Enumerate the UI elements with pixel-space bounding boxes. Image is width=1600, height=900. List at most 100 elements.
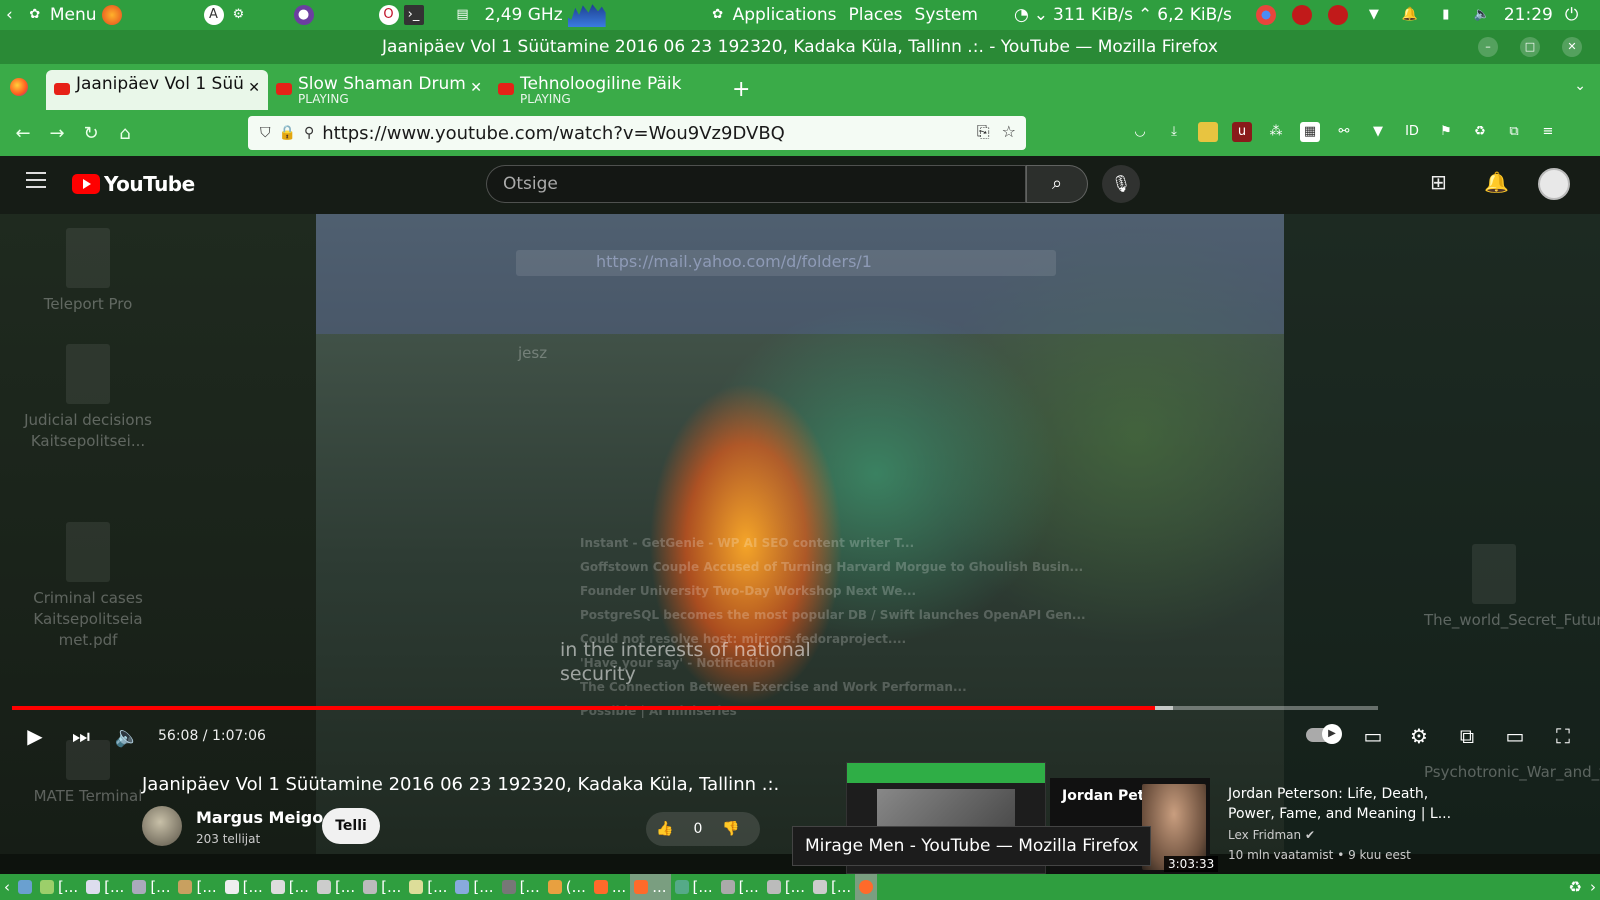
bookmark-star-icon[interactable]: ☆ (1002, 122, 1016, 142)
lock-icon[interactable]: 🔒 (279, 125, 296, 141)
tray-chrome-icon[interactable] (1255, 5, 1276, 25)
tab-tehnoloogiline[interactable]: Tehnoloogiline Päik PLAYING (490, 70, 718, 110)
tracking-shield-icon[interactable]: ⛉ (260, 125, 271, 141)
video-player[interactable]: https://mail.yahoo.com/d/folders/1 jesz … (0, 214, 1600, 854)
maximize-button[interactable]: □ (1520, 37, 1540, 57)
close-tab-icon[interactable]: ✕ (470, 80, 482, 96)
taskbar-window-button[interactable]: [... (313, 874, 359, 900)
minimize-button[interactable]: – (1478, 37, 1498, 57)
taskbar-window-button[interactable]: [... (405, 874, 451, 900)
volume-icon[interactable]: 🔈 (1472, 5, 1492, 25)
reload-icon[interactable]: ↻ (74, 123, 108, 144)
clock[interactable]: 21:29 (1498, 5, 1559, 25)
taskbar-window-button[interactable]: (... (544, 874, 590, 900)
taskbar-window-button[interactable]: [... (671, 874, 717, 900)
hamburger-menu-icon[interactable] (26, 172, 46, 188)
extension-yellow-icon[interactable] (1198, 122, 1218, 142)
forward-arrow-icon[interactable]: → (40, 123, 74, 144)
places-menu[interactable]: Places (842, 5, 908, 25)
app-menu-icon[interactable]: ≡ (1538, 122, 1558, 142)
extension-gray-icon[interactable]: ⁂ (1266, 122, 1286, 142)
taskbar-window-button[interactable]: [... (359, 874, 405, 900)
downloads-icon[interactable]: ⤓ (1164, 122, 1184, 142)
youtube-logo[interactable]: YouTube (72, 172, 195, 196)
show-desktop-button[interactable] (14, 874, 36, 900)
account-avatar[interactable] (1538, 168, 1570, 200)
menu-button[interactable]: ✿ Menu (19, 5, 128, 25)
taskbar-window-button[interactable]: [... (717, 874, 763, 900)
taskbar-window-button[interactable]: [... (451, 874, 497, 900)
ublock-icon[interactable]: u (1232, 122, 1252, 142)
taskbar-left-arrow[interactable]: ‹ (0, 874, 14, 900)
channel-name[interactable]: Margus Meigo (196, 808, 323, 827)
recommended-video-title[interactable]: Jordan Peterson: Life, Death, Power, Fam… (1228, 784, 1468, 824)
calendar-icon[interactable]: ▦ (1300, 122, 1320, 142)
translate-icon[interactable]: ⎘ (977, 122, 990, 142)
home-icon[interactable]: ⌂ (108, 123, 142, 144)
extensions-puzzle-icon[interactable]: ⧉ (1504, 122, 1524, 142)
extension-recycle-icon[interactable]: ♻ (1470, 122, 1490, 142)
miniplayer-icon[interactable]: ⧉ (1452, 718, 1482, 754)
opera-icon[interactable]: O (378, 5, 399, 25)
fullscreen-icon[interactable]: ⛶ (1548, 718, 1578, 754)
permissions-icon[interactable]: ⚲ (304, 125, 314, 141)
subtitles-icon[interactable]: ▭ (1358, 718, 1388, 754)
extension-link-icon[interactable]: ⚯ (1334, 122, 1354, 142)
battery-icon[interactable]: ▮ (1436, 5, 1456, 25)
settings-gear-icon[interactable]: ⚙ (1404, 718, 1434, 754)
taskbar-window-button[interactable]: [... (128, 874, 174, 900)
tray-red-icon[interactable] (1291, 5, 1312, 25)
back-arrow-icon[interactable]: ← (6, 123, 40, 144)
applications-menu[interactable]: ✿ Applications (702, 5, 843, 25)
pocket-icon[interactable]: ◡ (1130, 122, 1150, 142)
id-icon[interactable]: ID (1402, 122, 1422, 142)
terminal-icon[interactable]: ›_ (403, 5, 424, 25)
channel-avatar[interactable] (142, 806, 182, 846)
tray-shield-icon[interactable]: ▼ (1364, 5, 1384, 25)
new-tab-plus-icon[interactable]: + (718, 77, 764, 110)
taskbar-window-button[interactable]: [... (809, 874, 855, 900)
play-icon[interactable]: ▶ (20, 718, 50, 754)
like-thumb-icon[interactable]: 👍 (646, 821, 683, 837)
tor-icon[interactable]: ● (293, 5, 314, 25)
filter-icon[interactable]: ▼ (1368, 122, 1388, 142)
tray-red-icon-2[interactable] (1327, 5, 1348, 25)
taskbar-right-arrow[interactable]: › (1586, 874, 1600, 900)
system-menu[interactable]: System (909, 5, 984, 25)
list-all-tabs-chevron-icon[interactable]: ⌄ (1574, 78, 1586, 94)
recommended-channel[interactable]: Lex Fridman ✔ (1228, 828, 1315, 842)
progress-bar[interactable] (12, 706, 1378, 710)
settings-gear-icon[interactable]: ⚙ (229, 5, 249, 25)
taskbar-window-button[interactable]: [... (763, 874, 809, 900)
close-tab-icon[interactable]: ✕ (248, 80, 260, 96)
create-video-icon[interactable]: ⊞ (1430, 170, 1447, 194)
trash-icon[interactable]: ♻ (1565, 874, 1586, 900)
tab-youtube-jaanipaev[interactable]: Jaanipäev Vol 1 Süü ✕ (46, 70, 268, 110)
taskbar-window-button[interactable]: [... (221, 874, 267, 900)
next-video-icon[interactable]: ⏭ (66, 718, 96, 754)
taskbar-window-button[interactable]: [... (174, 874, 220, 900)
taskbar-firefox-button[interactable] (855, 874, 878, 900)
dislike-thumb-icon[interactable]: 👎 (712, 821, 749, 837)
theater-mode-icon[interactable]: ▭ (1500, 718, 1530, 754)
notifications-bell-icon[interactable]: 🔔 (1400, 5, 1420, 25)
taskbar-window-button[interactable]: ... (630, 874, 671, 900)
panel-left-arrow[interactable]: ‹ (0, 5, 19, 25)
notifications-bell-icon[interactable]: 🔔 (1484, 170, 1509, 194)
firefox-launcher-icon[interactable] (101, 5, 122, 25)
taskbar-window-button[interactable]: [... (267, 874, 313, 900)
autoplay-toggle[interactable] (1306, 724, 1342, 744)
taskbar-window-button[interactable]: [... (36, 874, 82, 900)
taskbar-window-button[interactable]: [... (82, 874, 128, 900)
app-a-icon[interactable]: A (203, 5, 224, 25)
us-flag-icon[interactable]: ⚑ (1436, 122, 1456, 142)
search-input[interactable]: Otsige (486, 165, 1026, 203)
url-bar[interactable]: ⛉ 🔒 ⚲ https://www.youtube.com/watch?v=Wo… (248, 116, 1026, 150)
subscribe-button[interactable]: Telli (322, 808, 380, 844)
voice-search-mic-icon[interactable]: 🎙 (1102, 165, 1140, 203)
power-icon[interactable]: ⏻ (1559, 5, 1584, 25)
taskbar-window-button[interactable]: [... (498, 874, 544, 900)
volume-icon[interactable]: 🔈 (112, 718, 142, 754)
taskbar-window-button[interactable]: ... (590, 874, 630, 900)
tab-slow-shaman-drum[interactable]: Slow Shaman Drum PLAYING ✕ (268, 70, 490, 110)
